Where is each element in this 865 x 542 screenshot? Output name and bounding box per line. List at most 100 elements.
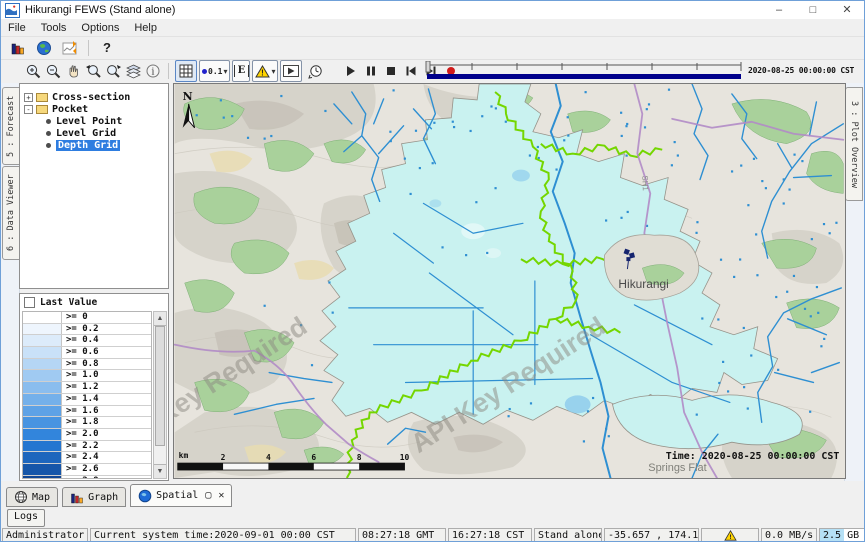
bullet-icon: [46, 143, 51, 148]
info-button[interactable]: i: [143, 61, 163, 81]
status-warning[interactable]: !: [701, 528, 759, 542]
tab-graph[interactable]: Graph: [62, 487, 126, 507]
menu-bar: File Tools Options Help: [1, 19, 864, 37]
legend-scrollbar[interactable]: ▲ ▼: [153, 311, 167, 479]
tree-item-label: Level Grid: [56, 128, 116, 139]
minimize-button[interactable]: –: [762, 2, 796, 19]
tree-item-depth-grid[interactable]: Depth Grid: [20, 139, 168, 151]
tab-restore-icon[interactable]: ▢: [205, 490, 211, 501]
sidebar-tab-plot-overview[interactable]: 3 : Plot Overview: [845, 87, 863, 201]
play-icon: [345, 65, 357, 77]
clock-icon: [307, 63, 324, 80]
tree-item-pocket[interactable]: - Pocket: [20, 103, 168, 115]
magnifier-back-icon: [85, 63, 102, 80]
zoom-next-button[interactable]: [103, 61, 123, 81]
profile-chart-icon: [62, 40, 78, 56]
collapse-icon[interactable]: -: [24, 105, 33, 114]
legend-row: >= 1.0: [23, 370, 151, 382]
scroll-down-arrow[interactable]: ▼: [154, 464, 166, 478]
maximize-button[interactable]: □: [796, 2, 830, 19]
help-button[interactable]: ?: [94, 38, 120, 58]
grid-icon: [179, 64, 193, 78]
menu-item-file[interactable]: File: [8, 22, 26, 34]
legend-swatch: [23, 312, 62, 323]
layers-button[interactable]: [123, 61, 143, 81]
title-bar: Hikurangi FEWS (Stand alone) – □ ✕: [1, 1, 864, 20]
legend-row: >= 1.8: [23, 417, 151, 429]
stop-icon: [385, 65, 397, 77]
tree-item-cross-section[interactable]: + Cross-section: [20, 91, 168, 103]
tree-item-label: Pocket: [52, 104, 88, 115]
legend-row: >= 2.4: [23, 452, 151, 464]
legend-swatch: [23, 452, 62, 463]
timeline-handle[interactable]: [426, 61, 430, 72]
tab-map[interactable]: Map: [6, 487, 58, 507]
animation-button[interactable]: [280, 60, 302, 82]
legend-row: >= 0.8: [23, 359, 151, 371]
chevron-down-icon: ▾: [271, 67, 275, 76]
wire-globe-icon: [14, 490, 28, 504]
scale-unit: km: [179, 451, 189, 460]
play-button[interactable]: [341, 61, 361, 81]
legend-swatch: [23, 359, 62, 370]
folder-icon: [36, 105, 48, 114]
legend-swatch: [23, 324, 62, 335]
menu-item-tools[interactable]: Tools: [41, 22, 67, 34]
svg-text:i: i: [152, 68, 155, 78]
timeline-slider[interactable]: [425, 61, 743, 81]
bottom-tab-bar: Map Graph Spatial ▢ ✕: [1, 485, 864, 507]
chevron-down-icon: ▾: [223, 67, 227, 76]
legend-row: >= 1.4: [23, 394, 151, 406]
map-toolbar: i 0.1 ▾ E ! ▾ 2020-08-25 00:00:00 CS: [1, 59, 864, 83]
menu-item-help[interactable]: Help: [134, 22, 157, 34]
zoom-previous-button[interactable]: [83, 61, 103, 81]
north-label: N: [183, 90, 193, 103]
legend-title: Last Value: [40, 297, 97, 308]
legend-row: >= 1.6: [23, 406, 151, 418]
timer-button[interactable]: [303, 61, 327, 81]
sidebar-tab-forecast[interactable]: 5 : Forecast: [2, 87, 20, 165]
step-backward-button[interactable]: [401, 61, 421, 81]
grid-display-toggle[interactable]: [175, 60, 197, 82]
pause-button[interactable]: [361, 61, 381, 81]
sidebar-tab-data-viewer[interactable]: 6 : Data Viewer: [2, 166, 20, 260]
threshold-dropdown[interactable]: 0.1 ▾: [199, 60, 230, 82]
legend-row: >= 0.6: [23, 347, 151, 359]
close-button[interactable]: ✕: [830, 2, 864, 19]
spatial-display-button[interactable]: [31, 38, 57, 58]
svg-text:!: !: [729, 534, 731, 541]
map-canvas[interactable]: API Key Required API Key Required N km 2…: [174, 84, 845, 478]
step-back-icon: [405, 65, 417, 77]
pan-button[interactable]: [63, 61, 83, 81]
thresholds-warning-dropdown[interactable]: ! ▾: [252, 60, 278, 82]
bullet-icon: [46, 119, 51, 124]
zoom-out-button[interactable]: [43, 61, 63, 81]
tree-item-level-grid[interactable]: Level Grid: [20, 127, 168, 139]
legend-row: >= 1.2: [23, 382, 151, 394]
tab-close-icon[interactable]: ✕: [218, 490, 224, 501]
logs-row: Logs: [1, 507, 864, 527]
scroll-thumb[interactable]: [155, 326, 165, 446]
longitudinal-profile-button[interactable]: E: [232, 60, 250, 82]
tab-spatial[interactable]: Spatial ▢ ✕: [130, 484, 232, 507]
left-tab-strip: 5 : Forecast 6 : Data Viewer: [1, 83, 20, 481]
scroll-up-arrow[interactable]: ▲: [154, 312, 166, 326]
map-time-label: Time: 2020-08-25 00:00:00 CST: [666, 450, 840, 462]
expand-icon[interactable]: +: [24, 93, 33, 102]
zoom-in-button[interactable]: [23, 61, 43, 81]
menu-item-options[interactable]: Options: [81, 22, 119, 34]
bar-chart-icon: [70, 490, 84, 504]
legend-row: >= 0: [23, 312, 151, 324]
logs-button[interactable]: Logs: [7, 509, 45, 527]
legend-swatch: [23, 417, 62, 428]
magnifier-forward-icon: [105, 63, 122, 80]
timeseries-display-button[interactable]: [57, 38, 83, 58]
filters-tree-panel: + Cross-section - Pocket Level Point Lev…: [19, 83, 169, 289]
last-value-checkbox[interactable]: [24, 297, 35, 308]
database-display-button[interactable]: [5, 38, 31, 58]
stop-button[interactable]: [381, 61, 401, 81]
legend-swatch: [23, 441, 62, 452]
scale-tick: 6: [311, 453, 316, 462]
tree-item-level-point[interactable]: Level Point: [20, 115, 168, 127]
info-icon: i: [145, 63, 161, 79]
